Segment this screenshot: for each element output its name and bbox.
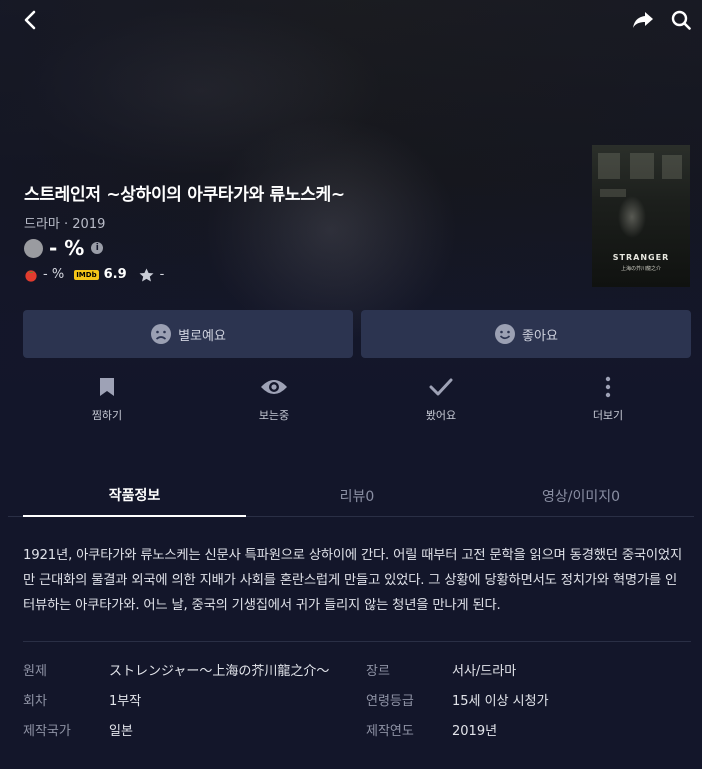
detail-row-year: 제작연도 2019년: [366, 716, 691, 742]
detail-label: 제작연도: [366, 723, 414, 739]
content-tabs: 작품정보 리뷰0 영상/이미지0: [8, 474, 694, 517]
detail-label: 연령등급: [366, 693, 414, 709]
movie-title: 스트레인저 ~상하이의 아쿠타가와 류노스케~: [24, 185, 345, 205]
bookmark-icon: [100, 378, 114, 396]
like-label: 좋아요: [522, 328, 558, 344]
dislike-button[interactable]: 별로예요: [23, 310, 353, 358]
score-row: - % i: [24, 236, 104, 260]
eye-icon: [261, 380, 287, 394]
tomato-score: - %: [43, 267, 65, 282]
star-score: -: [159, 267, 165, 282]
detail-value: 서사/드라마: [452, 663, 517, 679]
check-icon: [429, 378, 453, 396]
info-icon[interactable]: i: [91, 242, 104, 254]
tab-media[interactable]: 영상/이미지0: [468, 474, 694, 517]
divider: [23, 641, 691, 642]
wishlist-button[interactable]: 찜하기: [62, 375, 152, 423]
ratings-row: - % IMDb 6.9 -: [24, 267, 164, 282]
smile-face-icon: [495, 324, 516, 344]
detail-label: 회차: [23, 693, 47, 709]
imdb-score: 6.9: [103, 267, 127, 282]
detail-label: 장르: [366, 663, 390, 679]
wishlist-label: 찜하기: [91, 409, 123, 422]
sad-face-icon: [151, 324, 172, 344]
detail-value: 15세 이상 시청가: [452, 693, 549, 709]
watched-label: 봤어요: [425, 409, 457, 422]
tomato-icon: [25, 269, 37, 282]
watched-button[interactable]: 봤어요: [396, 375, 486, 423]
tab-info[interactable]: 작품정보: [23, 474, 246, 517]
detail-value: 1부작: [109, 693, 142, 709]
search-icon: [671, 10, 691, 30]
more-vertical-icon: [605, 376, 611, 398]
more-label: 더보기: [592, 409, 624, 422]
detail-row-episodes: 회차 1부작: [23, 686, 353, 712]
synopsis-text: 1921년, 아쿠타가와 류노스케는 신문사 특파원으로 상하이에 간다. 어릴…: [23, 548, 682, 613]
detail-label: 제작국가: [23, 723, 71, 739]
tab-reviews[interactable]: 리뷰0: [246, 474, 468, 517]
movie-meta: 드라마 · 2019: [24, 217, 106, 232]
share-button[interactable]: [631, 8, 655, 32]
top-bar: [0, 0, 702, 40]
detail-row-original-title: 원제 ストレンジャー～上海の芥川龍之介～: [23, 656, 353, 682]
score-value: - %: [49, 236, 85, 260]
watching-label: 보는중: [258, 409, 290, 422]
detail-row-age-rating: 연령등급 15세 이상 시청가: [366, 686, 691, 712]
search-button[interactable]: [669, 8, 693, 32]
poster-image[interactable]: STRANGER 上海の芥川龍之介: [592, 145, 690, 287]
poster-title: STRANGER: [612, 253, 670, 262]
like-button[interactable]: 좋아요: [361, 310, 691, 358]
detail-row-country: 제작국가 일본: [23, 716, 353, 742]
watching-button[interactable]: 보는중: [229, 375, 319, 423]
dislike-label: 별로예요: [178, 328, 226, 344]
score-circle-icon: [24, 238, 43, 258]
detail-value: 일본: [109, 723, 133, 739]
detail-label: 원제: [23, 663, 47, 679]
chevron-left-icon: [24, 10, 36, 30]
back-button[interactable]: [18, 8, 42, 32]
detail-row-genre: 장르 서사/드라마: [366, 656, 691, 682]
poster-subtitle: 上海の芥川龍之介: [620, 266, 661, 272]
share-arrow-icon: [633, 12, 653, 28]
imdb-badge: IMDb: [74, 269, 99, 280]
title-block: 스트레인저 ~상하이의 아쿠타가와 류노스케~ 드라마 · 2019: [24, 180, 345, 232]
star-icon: [139, 268, 154, 281]
detail-value: 2019년: [452, 723, 498, 739]
detail-value: ストレンジャー～上海の芥川龍之介～: [109, 663, 330, 679]
more-button[interactable]: 더보기: [563, 375, 653, 423]
